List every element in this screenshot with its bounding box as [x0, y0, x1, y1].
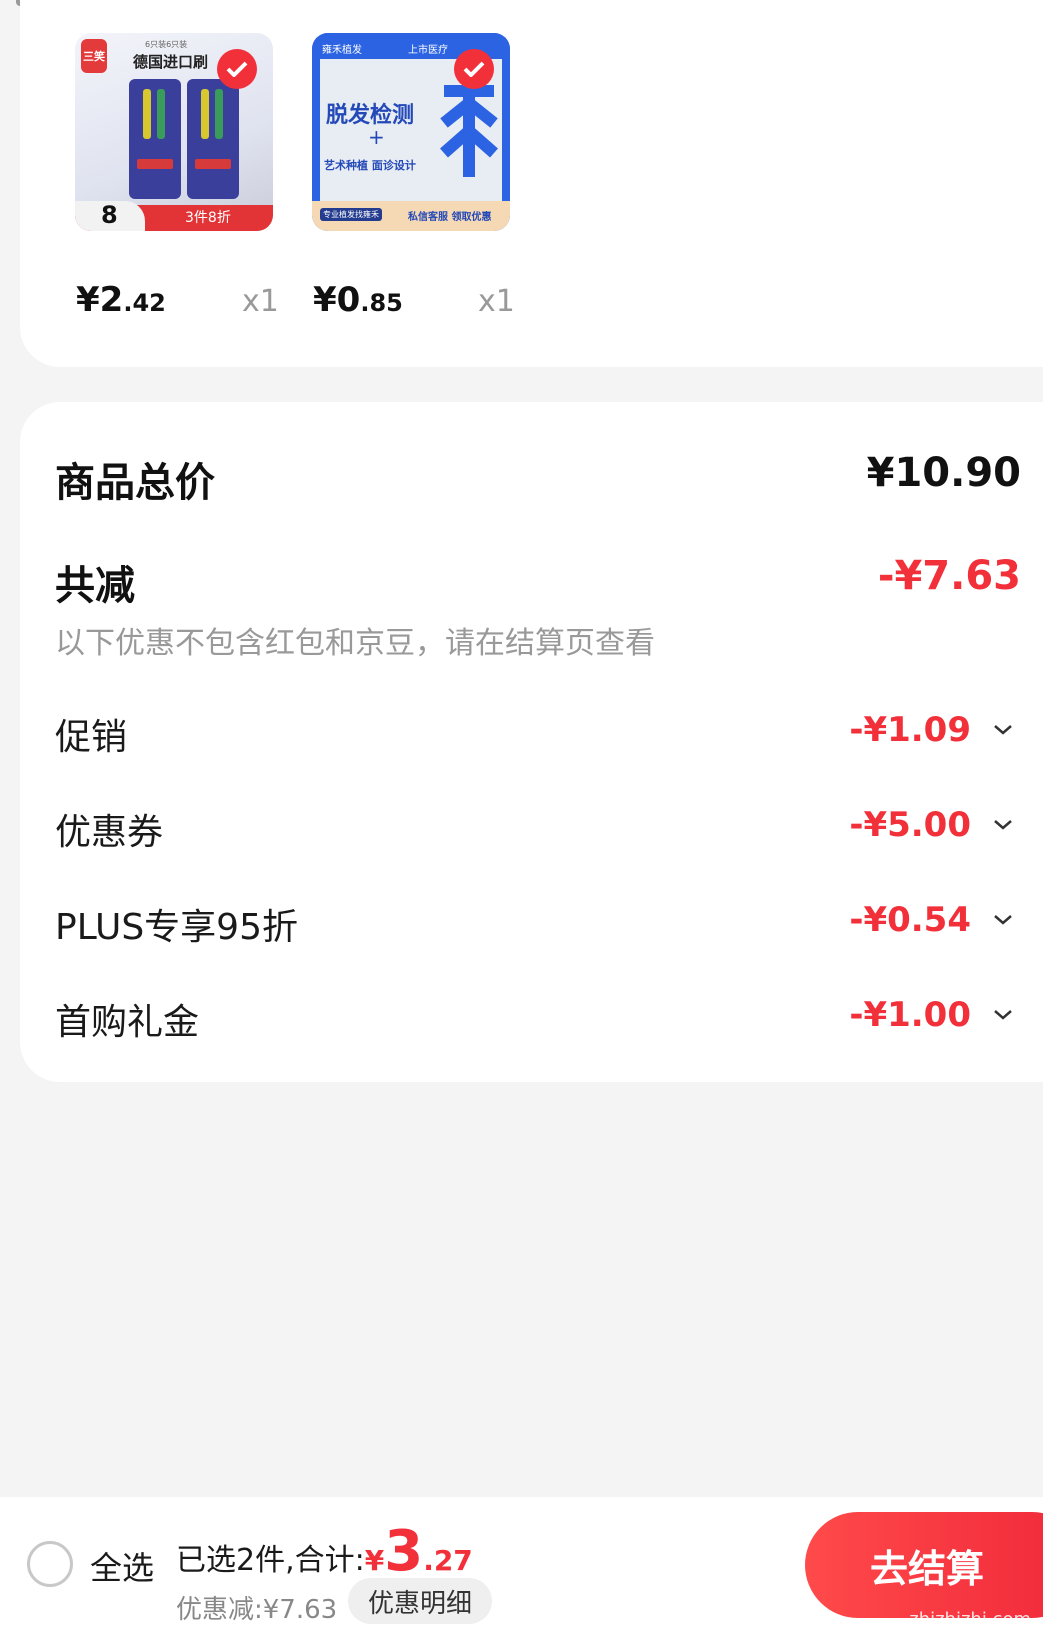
watermark: zhizhizhi.com	[909, 1609, 1031, 1630]
saved-amount: 优惠减:¥7.63	[176, 1595, 338, 1625]
brand-mark-graphic	[440, 77, 498, 177]
toothbrush-pack-graphic	[129, 79, 239, 199]
select-all-radio[interactable]	[27, 1541, 73, 1587]
discount-note: 以下优惠不包含红包和京豆，请在结算页查看	[55, 626, 655, 661]
checkout-button[interactable]: 去结算	[805, 1512, 1043, 1618]
discount-value-plus[interactable]: -¥0.54	[849, 900, 971, 940]
discount-detail-button[interactable]: 优惠明细	[348, 1578, 493, 1624]
discount-label-plus: PLUS专享95折	[55, 907, 298, 948]
product-image-hair-service[interactable]: 雍禾植发 上市医疗 脱发检测 + 艺术种植 面诊设计 专业植发找雍禾 私信客服 …	[312, 33, 510, 231]
total-reduction-value: -¥7.63	[877, 553, 1021, 599]
discount-label-coupon: 优惠券	[55, 812, 164, 853]
discount-label-first-purchase: 首购礼金	[55, 1002, 200, 1043]
checked-icon[interactable]	[217, 49, 257, 89]
image-banner: 3件8折	[185, 210, 231, 226]
total-reduction-label: 共减	[55, 563, 135, 609]
chevron-down-icon[interactable]	[993, 914, 1013, 926]
brand-logo: 三笑	[81, 39, 107, 73]
checked-icon[interactable]	[454, 49, 494, 89]
image-badge-number: 8	[101, 201, 118, 229]
product-price: ¥0.85	[313, 280, 403, 320]
discount-value-coupon[interactable]: -¥5.00	[849, 805, 971, 845]
image-headline: 德国进口刷	[133, 53, 209, 71]
brand-logo: 雍禾植发	[322, 45, 362, 56]
total-price-value: ¥10.90	[866, 450, 1021, 496]
select-all-label[interactable]: 全选	[90, 1543, 154, 1589]
product-price: ¥2.42	[76, 280, 166, 320]
chevron-down-icon[interactable]	[993, 819, 1013, 831]
product-image-toothbrush[interactable]: 三笑 6只装6只装 德国进口刷 8 3件8折	[75, 33, 273, 231]
discount-label-promotion: 促销	[55, 717, 128, 758]
chevron-down-icon[interactable]	[993, 1009, 1013, 1021]
checkout-bar: 全选 已选2件,合计:¥3.27 优惠减:¥7.63 优惠明细 去结算 zhiz…	[0, 1497, 1043, 1632]
discount-value-first-purchase[interactable]: -¥1.00	[849, 995, 971, 1035]
chevron-down-icon[interactable]	[993, 724, 1013, 736]
product-quantity: x1	[478, 284, 515, 319]
discount-value-promotion[interactable]: -¥1.09	[849, 710, 971, 750]
selected-total: 已选2件,合计:¥3.27	[176, 1519, 473, 1584]
product-quantity: x1	[242, 284, 279, 319]
total-price-label: 商品总价	[55, 460, 215, 506]
